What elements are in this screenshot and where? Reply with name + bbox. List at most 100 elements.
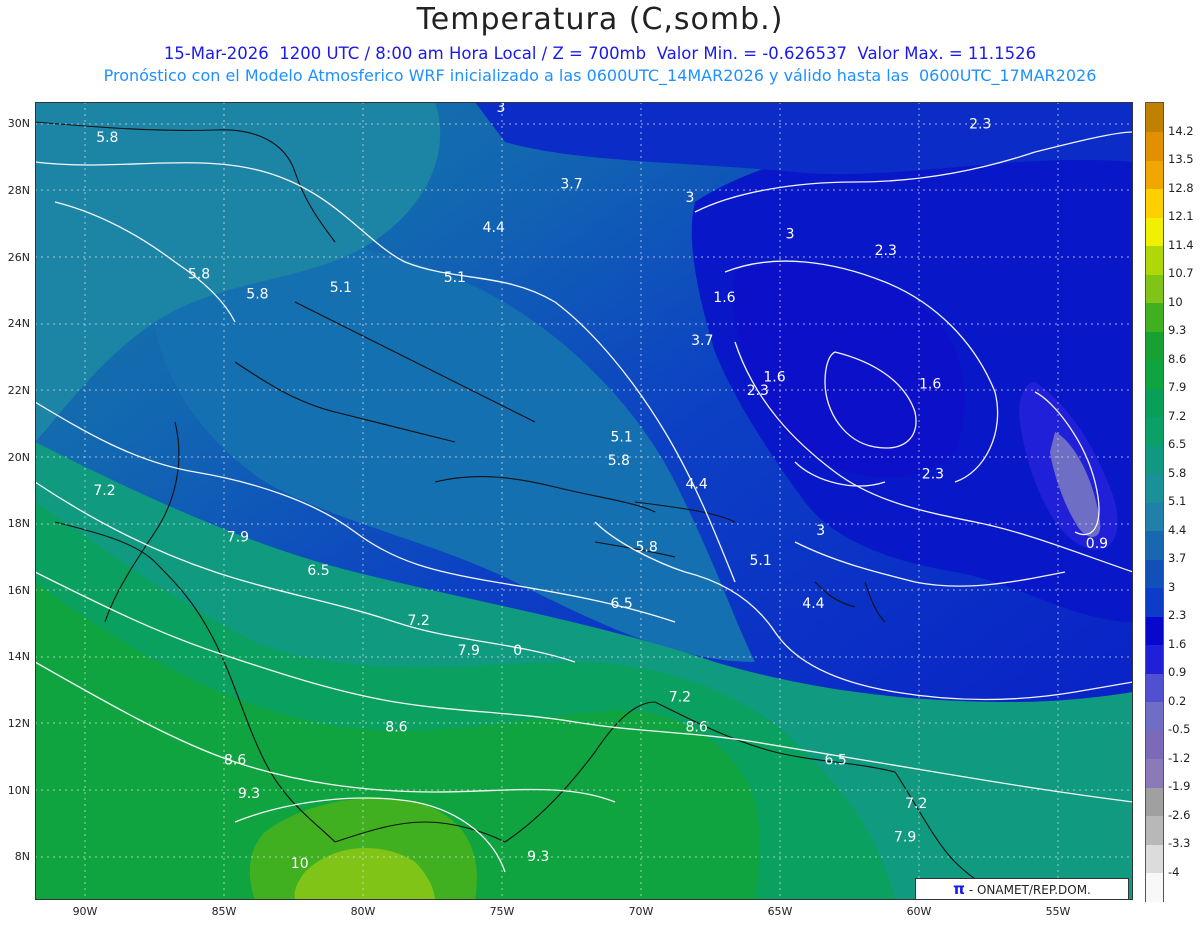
contour-label: 6.5 — [825, 753, 847, 769]
contour-label: 9.3 — [527, 849, 549, 865]
colorbar-swatch — [1146, 758, 1163, 788]
contour-label: 2.3 — [875, 243, 897, 259]
colorbar-swatch — [1146, 587, 1163, 617]
lon-label-70w: 70W — [628, 905, 654, 918]
contour-label: 5.8 — [246, 287, 268, 303]
contour-label: 0 — [513, 643, 522, 659]
lat-label-14n: 14N — [7, 650, 30, 663]
contour-label: 9.3 — [238, 786, 260, 802]
lon-label-85w: 85W — [211, 905, 237, 918]
colorbar-label: 0.2 — [1168, 693, 1187, 708]
colorbar-label: 1.6 — [1168, 636, 1187, 651]
contour-label: 7.9 — [894, 829, 916, 845]
colorbar-label: 5.8 — [1168, 465, 1187, 480]
colorbar-swatch — [1146, 245, 1163, 275]
contour-label: 3 — [786, 227, 795, 243]
lat-label-20n: 20N — [7, 451, 30, 464]
contour-label: 5.8 — [96, 130, 118, 146]
lat-label-28n: 28N — [7, 184, 30, 197]
colorbar-label: 13.5 — [1168, 152, 1194, 166]
contour-label: 3 — [497, 102, 506, 116]
contour-label: 7.9 — [227, 530, 249, 546]
contour-label: 5.8 — [608, 453, 630, 469]
colorbar-swatch — [1146, 416, 1163, 446]
forecast-info-line: 15-Mar-2026 1200 UTC / 8:00 am Hora Loca… — [163, 44, 1037, 63]
contour-label: 8.6 — [224, 753, 246, 769]
contour-label: 5.1 — [330, 280, 352, 296]
colorbar-label: -0.5 — [1168, 722, 1191, 736]
colorbar-swatch — [1146, 188, 1163, 218]
lon-label-75w: 75W — [489, 905, 515, 918]
colorbar-swatch — [1146, 131, 1163, 161]
contour-label: 2.3 — [969, 117, 991, 133]
contour-label: 3.7 — [691, 333, 713, 349]
colorbar-swatch — [1146, 530, 1163, 560]
map-title: Temperatura (C,somb.) — [416, 2, 784, 37]
contour-label: 7.2 — [408, 613, 430, 629]
lat-label-16n: 16N — [7, 584, 30, 597]
contour-label: 6.5 — [611, 596, 633, 612]
colorbar-swatch — [1146, 359, 1163, 389]
colorbar — [1145, 102, 1164, 902]
colorbar-label: 2.3 — [1168, 608, 1187, 622]
contour-label: 3 — [816, 523, 825, 539]
contour-label: 7.2 — [93, 483, 115, 499]
lat-label-22n: 22N — [7, 384, 30, 397]
colorbar-label: 4.4 — [1168, 522, 1187, 537]
pi-logo-icon: π — [953, 880, 965, 898]
contour-label: 3 — [686, 190, 695, 206]
colorbar-label: -4 — [1168, 864, 1180, 879]
model-info-line: Pronóstico con el Modelo Atmosferico WRF… — [103, 66, 1097, 85]
colorbar-swatch — [1146, 160, 1163, 189]
colorbar-label: -1.2 — [1168, 750, 1191, 765]
colorbar-swatch — [1146, 274, 1163, 303]
contour-label: 5.1 — [750, 553, 772, 569]
colorbar-label: -2.6 — [1168, 807, 1191, 822]
lat-label-26n: 26N — [7, 251, 30, 264]
contour-label: 8.6 — [385, 719, 407, 735]
contour-label: 5.1 — [444, 270, 466, 286]
colorbar-swatch — [1146, 388, 1163, 417]
colorbar-label: 7.9 — [1168, 380, 1187, 394]
contour-label: 0.9 — [1086, 536, 1108, 552]
lat-label-24n: 24N — [7, 317, 30, 330]
colorbar-label: 12.8 — [1168, 180, 1194, 195]
credit-box: π - ONAMET/REP.DOM. — [915, 878, 1129, 900]
colorbar-swatch — [1146, 787, 1163, 816]
contour-label: 7.9 — [458, 643, 480, 659]
temperature-map: 5.8 3 2.3 3.7 3 4.4 3 2.3 5.8 5.8 5.1 5.1 1.6 3.7 1.6 2… — [35, 102, 1133, 900]
lat-label-18n: 18N — [7, 517, 30, 530]
contour-label: 1.6 — [919, 376, 941, 392]
contour-label: 2.3 — [922, 466, 944, 482]
colorbar-swatch — [1146, 616, 1163, 645]
lon-label-90w: 90W — [72, 905, 98, 918]
contour-label: 4.4 — [802, 596, 824, 612]
colorbar-label: 3.7 — [1168, 551, 1187, 565]
lon-label-80w: 80W — [350, 905, 376, 918]
contour-label: 5.1 — [611, 430, 633, 446]
colorbar-label: 14.2 — [1168, 123, 1194, 138]
colorbar-label: 7.2 — [1168, 408, 1187, 423]
lon-label-55w: 55W — [1045, 905, 1071, 918]
colorbar-label: 12.1 — [1168, 209, 1194, 223]
colorbar-swatch — [1146, 473, 1163, 503]
lat-label-12n: 12N — [7, 717, 30, 730]
colorbar-swatch — [1146, 559, 1163, 588]
colorbar-label: 10.7 — [1168, 266, 1194, 280]
colorbar-label: 3 — [1168, 579, 1176, 594]
colorbar-swatch — [1146, 644, 1163, 674]
colorbar-label: 5.1 — [1168, 494, 1187, 508]
colorbar-label: 11.4 — [1168, 237, 1194, 252]
credit-text: - ONAMET/REP.DOM. — [968, 883, 1091, 897]
colorbar-swatch — [1146, 872, 1163, 902]
colorbar-swatch — [1146, 730, 1163, 759]
colorbar-swatch — [1146, 331, 1163, 360]
lat-label-30n: 30N — [7, 117, 30, 130]
lon-label-65w: 65W — [767, 905, 793, 918]
colorbar-swatch — [1146, 217, 1163, 246]
lon-label-60w: 60W — [906, 905, 932, 918]
contour-label: 7.2 — [669, 689, 691, 705]
contour-label: 10 — [291, 856, 309, 872]
colorbar-swatch — [1146, 701, 1163, 731]
colorbar-swatch — [1146, 502, 1163, 531]
